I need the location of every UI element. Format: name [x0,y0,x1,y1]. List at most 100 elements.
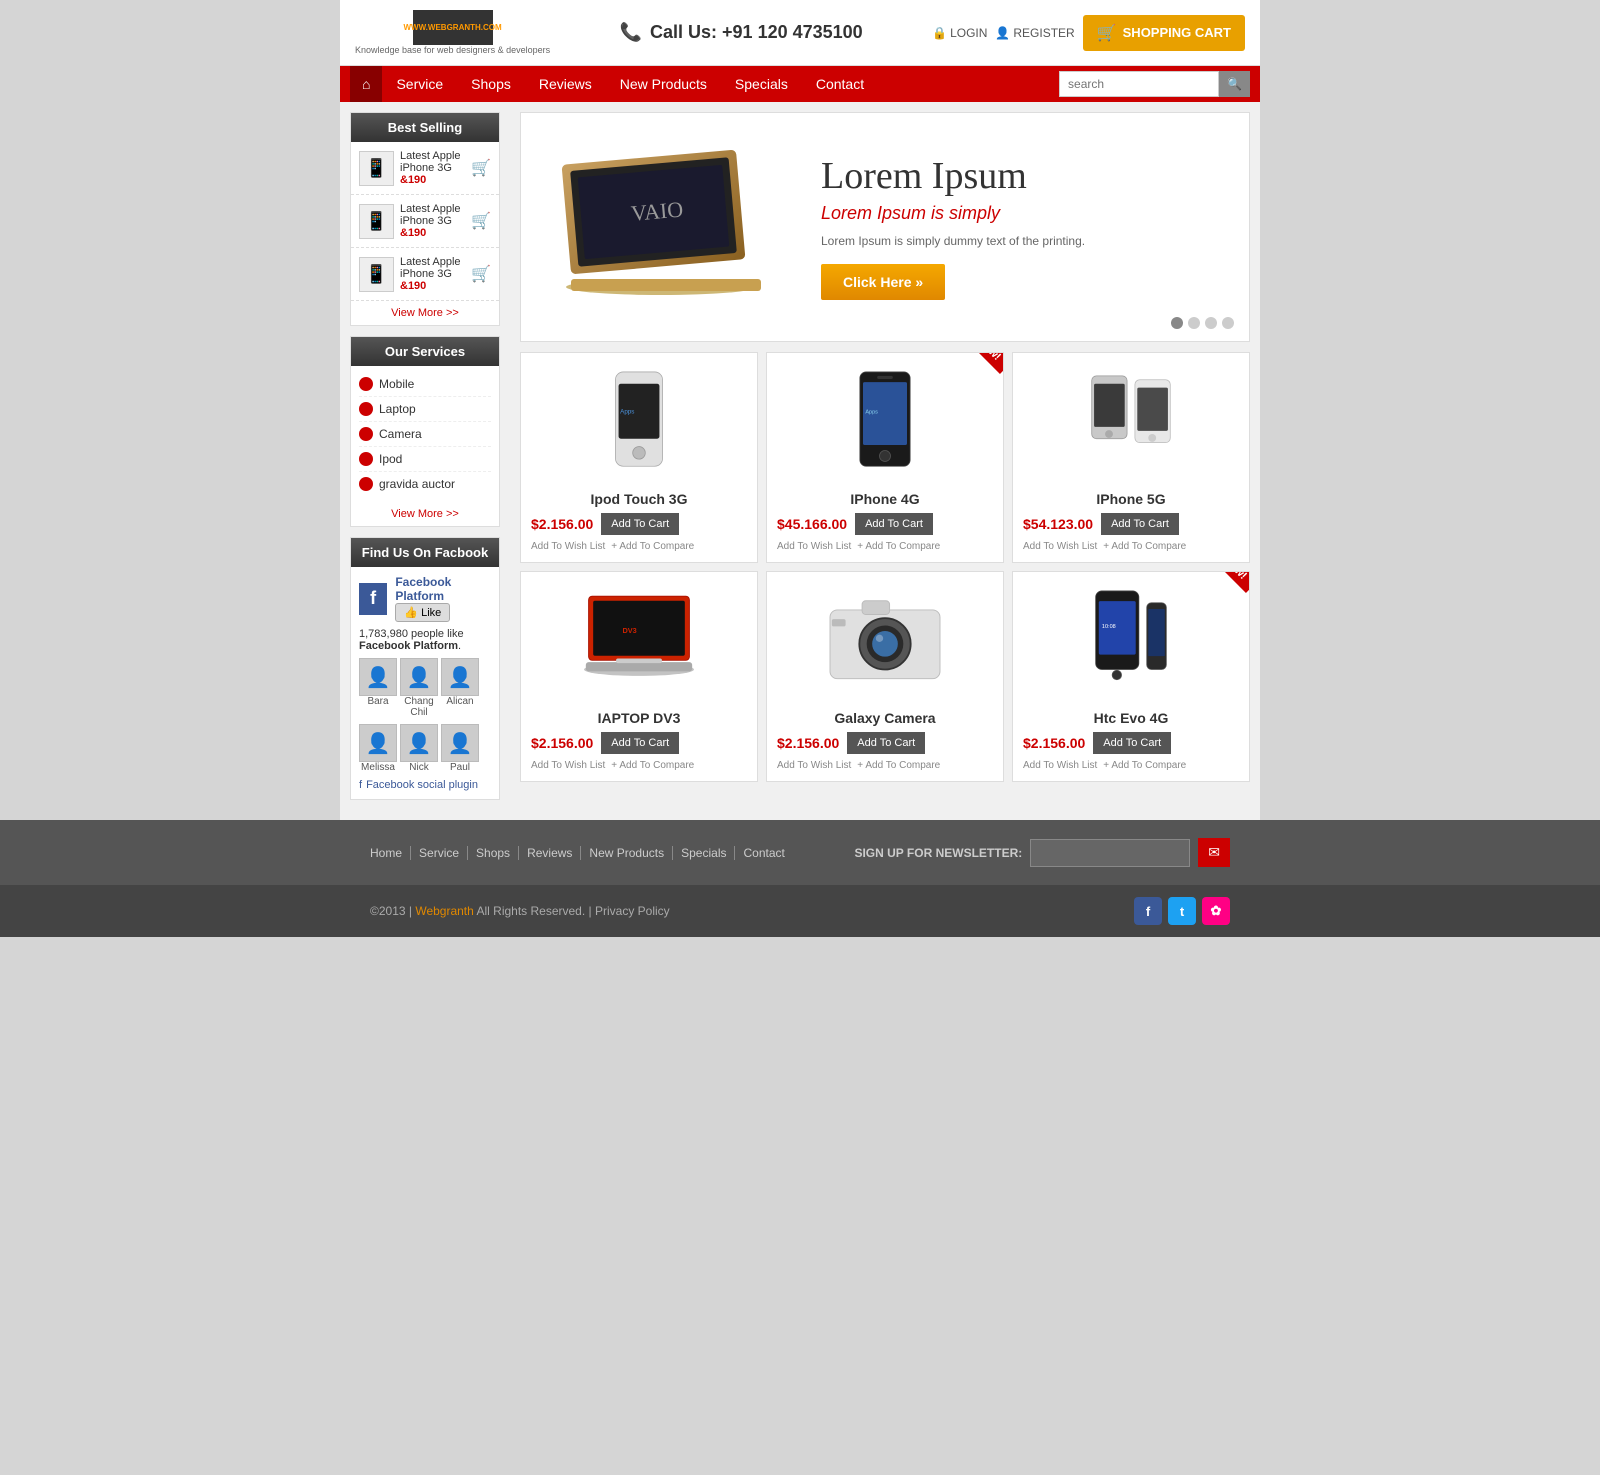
product-price-row: $45.166.00 Add To Cart [777,513,993,535]
newsletter-signup: SIGN UP FOR NEWSLETTER: ✉ [854,838,1230,867]
item-info: Latest Apple iPhone 3G &190 [400,256,465,292]
service-bullet-icon [359,402,373,416]
best-selling-view-more[interactable]: View More >> [351,301,499,325]
add-to-cart-button[interactable]: Add To Cart [601,732,679,754]
add-to-cart-button[interactable]: Add To Cart [601,513,679,535]
services-view-more[interactable]: View More >> [351,502,499,526]
service-item-gravida[interactable]: gravida auctor [359,472,491,496]
svg-text:DV3: DV3 [623,626,637,635]
service-item-mobile[interactable]: Mobile [359,372,491,397]
nav-new-products[interactable]: New Products [606,66,721,102]
search-button[interactable]: 🔍 [1219,71,1250,97]
user-icon: 👤 [995,26,1010,40]
add-to-cart-button[interactable]: Add To Cart [1101,513,1179,535]
login-link[interactable]: 🔒 LOGIN [932,26,987,40]
footer-copyright-bar: ©2013 | Webgranth All Rights Reserved. |… [0,885,1600,937]
wish-list-link[interactable]: Add To Wish List [1023,760,1097,771]
social-icons: f t ✿ [1134,897,1230,925]
compare-link[interactable]: + Add To Compare [857,541,940,552]
nav-reviews[interactable]: Reviews [525,66,606,102]
cart-icon: 🛒 [1097,23,1117,43]
compare-link[interactable]: + Add To Compare [1103,760,1186,771]
compare-link[interactable]: + Add To Compare [611,760,694,771]
product-price: $2.156.00 [777,735,839,751]
fb-avatars-row2: 👤 Melissa 👤 Nick 👤 Paul [359,724,491,773]
compare-link[interactable]: + Add To Compare [611,541,694,552]
item-thumbnail: 📱 [359,204,394,239]
item-cart-icon[interactable]: 🛒 [471,158,491,178]
cart-button[interactable]: 🛒 SHOPPING CART [1083,15,1245,51]
banner-dots [1171,317,1234,329]
product-image-ipod: Apps [531,363,747,483]
svg-text:VAIO: VAIO [630,196,684,225]
service-item-camera[interactable]: Camera [359,422,491,447]
add-to-cart-button[interactable]: Add To Cart [847,732,925,754]
banner-cta-button[interactable]: Click Here » [821,264,945,300]
item-info: Latest Apple iPhone 3G &190 [400,203,465,239]
product-links: Add To Wish List + Add To Compare [1023,760,1239,771]
service-bullet-icon [359,427,373,441]
add-to-cart-button[interactable]: Add To Cart [1093,732,1171,754]
product-price: $54.123.00 [1023,516,1093,532]
facebook-plugin-link[interactable]: f Facebook social plugin [359,779,491,791]
flickr-social-icon[interactable]: ✿ [1202,897,1230,925]
nav-shops[interactable]: Shops [457,66,525,102]
item-thumbnail: 📱 [359,151,394,186]
best-selling-item: 📱 Latest Apple iPhone 3G &190 🛒 [351,142,499,195]
product-price-row: $2.156.00 Add To Cart [777,732,993,754]
nav-specials[interactable]: Specials [721,66,802,102]
product-price-row: $2.156.00 Add To Cart [531,732,747,754]
item-cart-icon[interactable]: 🛒 [471,211,491,231]
footer-link-contact[interactable]: Contact [735,846,792,860]
service-bullet-icon [359,477,373,491]
service-item-ipod[interactable]: Ipod [359,447,491,472]
banner-dot-1[interactable] [1171,317,1183,329]
product-name: Ipod Touch 3G [531,491,747,507]
banner-text-content: Lorem Ipsum Lorem Ipsum is simply Lorem … [801,113,1249,341]
footer-link-shops[interactable]: Shops [468,846,519,860]
avatar-alican: 👤 [441,658,479,696]
facebook-like-button[interactable]: 👍 Like [395,603,450,622]
best-selling-title: Best Selling [351,113,499,142]
nav-service[interactable]: Service [382,66,457,102]
wish-list-link[interactable]: Add To Wish List [531,760,605,771]
avatar-paul: 👤 [441,724,479,762]
facebook-social-icon[interactable]: f [1134,897,1162,925]
avatar-nick: 👤 [400,724,438,762]
newsletter-input[interactable] [1030,839,1190,867]
service-item-laptop[interactable]: Laptop [359,397,491,422]
facebook-title: Find Us On Facbook [351,538,499,567]
product-card-camera: Galaxy Camera $2.156.00 Add To Cart Add … [766,571,1004,782]
fb-avatar-nick: 👤 Nick [400,724,438,773]
footer-link-reviews[interactable]: Reviews [519,846,581,860]
wish-list-link[interactable]: Add To Wish List [1023,541,1097,552]
product-links: Add To Wish List + Add To Compare [1023,541,1239,552]
logo-text: WWW.WEBGRANTH.COM [403,23,501,32]
fb-avatar-bara: 👤 Bara [359,658,397,718]
add-to-cart-button[interactable]: Add To Cart [855,513,933,535]
product-name: Galaxy Camera [777,710,993,726]
fb-header: f Facebook Platform 👍 Like [359,575,491,622]
banner-dot-3[interactable] [1205,317,1217,329]
banner-dot-4[interactable] [1222,317,1234,329]
compare-link[interactable]: + Add To Compare [857,760,940,771]
footer-link-specials[interactable]: Specials [673,846,735,860]
product-links: Add To Wish List + Add To Compare [531,541,747,552]
item-cart-icon[interactable]: 🛒 [471,264,491,284]
compare-link[interactable]: + Add To Compare [1103,541,1186,552]
search-input[interactable] [1059,71,1219,97]
register-link[interactable]: 👤 REGISTER [995,26,1074,40]
nav-home[interactable]: ⌂ [350,66,382,102]
wish-list-link[interactable]: Add To Wish List [531,541,605,552]
wish-list-link[interactable]: Add To Wish List [777,760,851,771]
nav-contact[interactable]: Contact [802,66,878,102]
banner-dot-2[interactable] [1188,317,1200,329]
newsletter-submit-button[interactable]: ✉ [1198,838,1230,867]
footer-link-service[interactable]: Service [411,846,468,860]
brand-link[interactable]: Webgranth [415,904,473,918]
wish-list-link[interactable]: Add To Wish List [777,541,851,552]
footer-link-new-products[interactable]: New Products [581,846,673,860]
footer-link-home[interactable]: Home [370,846,411,860]
twitter-social-icon[interactable]: t [1168,897,1196,925]
fb-avatars-row1: 👤 Bara 👤 Chang Chil 👤 Alican [359,658,491,718]
